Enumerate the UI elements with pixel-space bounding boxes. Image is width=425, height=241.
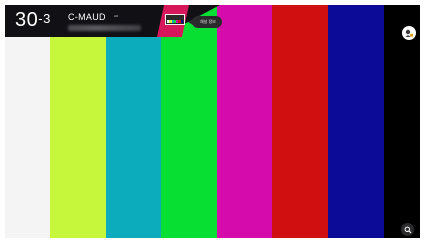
color-bars-test-pattern xyxy=(5,5,420,238)
channel-tag: HD xyxy=(114,14,119,18)
ai-assistant-icon xyxy=(405,29,414,37)
ai-assistant-button[interactable] xyxy=(402,26,416,40)
preview-thumbnail-stripe xyxy=(167,20,183,23)
channel-sub-number: -3 xyxy=(38,11,51,26)
program-title-blurred xyxy=(68,25,141,31)
channel-major-number: 30 xyxy=(15,9,39,31)
color-bar-blue xyxy=(328,5,384,238)
color-bar-cyan xyxy=(106,5,161,238)
search-icon xyxy=(404,226,411,233)
color-bar-magenta xyxy=(217,5,272,238)
tv-screen: 30-3 C-MAUD HD 채널 정보 xyxy=(5,5,420,238)
color-bar-red xyxy=(272,5,328,238)
color-bar-green xyxy=(161,5,217,238)
search-button[interactable] xyxy=(401,223,414,236)
channel-preview-button[interactable] xyxy=(165,14,185,25)
color-bar-yellow-green xyxy=(50,5,106,238)
channel-name: C-MAUD xyxy=(68,12,106,22)
channel-number: 30-3 xyxy=(15,9,51,31)
color-bar-white xyxy=(5,5,50,238)
color-bar-black xyxy=(384,5,420,238)
channel-info-tooltip: 채널 정보 xyxy=(188,16,222,28)
